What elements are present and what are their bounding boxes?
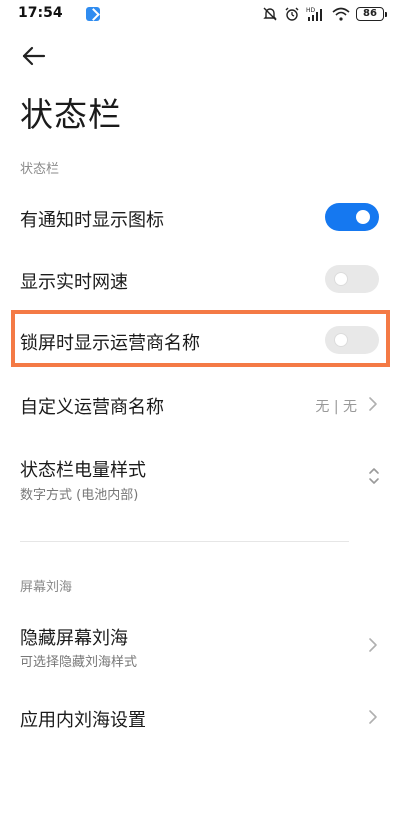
setting-subtitle: 数字方式 (电池内部) [20,488,139,503]
status-time: 17:54 [18,5,63,21]
chevron-right-icon [367,709,379,725]
setting-subtitle: 可选择隐藏刘海样式 [20,655,138,670]
setting-row-notification-icons[interactable]: 有通知时显示图标 [0,188,401,246]
setting-label: 显示实时网速 [20,272,128,293]
section-divider [20,541,349,542]
status-icons: HD 86 [262,4,387,24]
hd-signal-icon: HD [306,6,326,22]
setting-label: 有通知时显示图标 [20,210,164,231]
setting-label: 自定义运营商名称 [20,397,164,418]
setting-label: 应用内刘海设置 [20,710,146,731]
chevron-right-icon [367,396,379,412]
back-arrow-icon[interactable] [20,44,48,68]
app-notification-icon [86,7,100,21]
setting-row-in-app-notch[interactable]: 应用内刘海设置 [0,688,401,746]
up-down-icon [367,466,381,486]
battery-icon: 86 [356,7,387,21]
setting-row-battery-style[interactable]: 状态栏电量样式 数字方式 (电池内部) [0,440,401,510]
setting-row-network-speed[interactable]: 显示实时网速 [0,250,401,308]
mute-icon [262,6,278,22]
svg-text:HD: HD [306,7,316,14]
setting-label: 隐藏屏幕刘海 [20,628,128,649]
wifi-icon [332,7,350,21]
battery-level: 86 [356,7,384,21]
setting-row-custom-carrier[interactable]: 自定义运营商名称 无 | 无 [0,374,401,432]
status-bar: 17:54 HD 86 [0,0,401,28]
network-speed-toggle[interactable] [325,265,379,293]
setting-row-hide-notch[interactable]: 隐藏屏幕刘海 可选择隐藏刘海样式 [0,608,401,678]
custom-carrier-value: 无 | 无 [315,399,357,415]
section-header-statusbar: 状态栏 [20,162,60,177]
page-title: 状态栏 [20,95,122,134]
notification-icons-toggle[interactable] [325,203,379,231]
highlight-box [11,310,390,367]
alarm-icon [284,6,300,22]
chevron-right-icon [367,637,379,653]
setting-label: 状态栏电量样式 [20,460,146,481]
section-header-notch: 屏幕刘海 [20,580,73,595]
